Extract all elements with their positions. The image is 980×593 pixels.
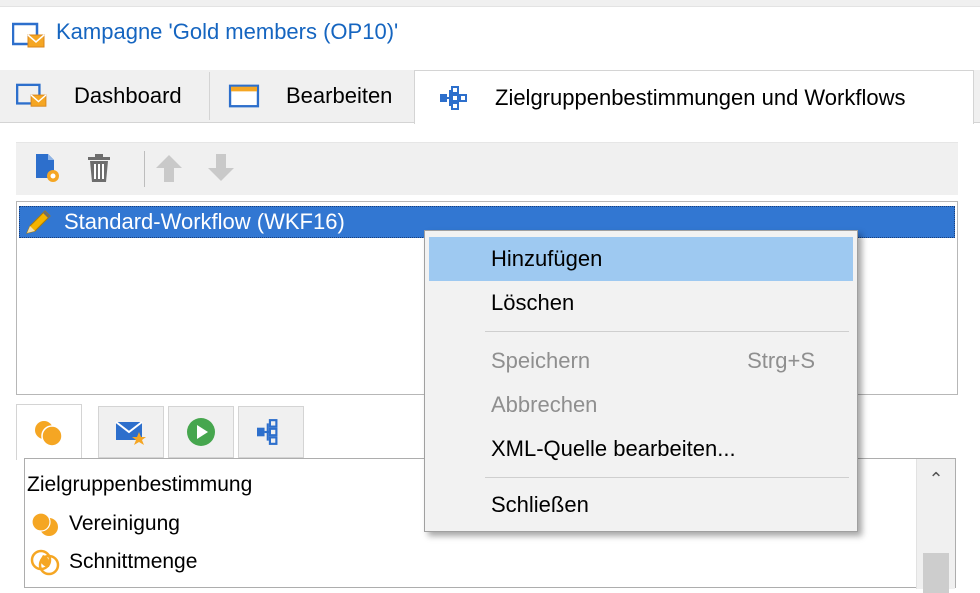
- play-icon: [187, 418, 215, 446]
- tree-item-label: Schnittmenge: [69, 550, 198, 573]
- menu-item-loeschen[interactable]: Löschen: [429, 281, 853, 325]
- scroll-up-button[interactable]: ⌃: [921, 467, 951, 491]
- menu-item-label: Schließen: [491, 492, 589, 517]
- delivery-icon: [115, 421, 146, 445]
- tab-targeting[interactable]: [16, 404, 82, 460]
- tree-category-header: Zielgruppenbestimmung: [27, 473, 253, 496]
- menu-item-label: Löschen: [491, 290, 575, 315]
- menu-item-label: XML-Quelle bearbeiten...: [491, 436, 736, 461]
- menu-item-xml-quelle[interactable]: XML-Quelle bearbeiten...: [429, 427, 853, 471]
- tree-item-vereinigung[interactable]: Vereinigung: [29, 509, 180, 539]
- workflow-toolbar: [16, 142, 958, 195]
- move-down-button[interactable]: [204, 151, 238, 185]
- menu-item-shortcut: Strg+S: [747, 348, 815, 373]
- move-up-button[interactable]: [152, 151, 186, 185]
- scroll-thumb[interactable]: [923, 553, 949, 593]
- tab-bearbeiten[interactable]: Bearbeiten: [212, 72, 412, 120]
- toolbar-separator: [144, 151, 145, 187]
- tab-flow-control[interactable]: [168, 406, 234, 458]
- menu-item-hinzufuegen[interactable]: Hinzufügen: [429, 237, 853, 281]
- tab-dashboard-label: Dashboard: [74, 83, 182, 108]
- menu-item-label: Speichern: [491, 348, 591, 373]
- window-top-edge: [0, 0, 980, 7]
- campaign-icon: [12, 22, 45, 48]
- context-menu: Hinzufügen Löschen Speichern Strg+S Abbr…: [424, 230, 858, 532]
- campaign-icon: [16, 83, 47, 107]
- tab-bearbeiten-label: Bearbeiten: [286, 83, 393, 108]
- targeting-icon: [35, 420, 63, 447]
- tab-dashboard[interactable]: Dashboard: [0, 72, 210, 120]
- list-item-label: Standard-Workflow (WKF16): [64, 209, 345, 234]
- menu-item-speichern[interactable]: Speichern Strg+S: [429, 339, 853, 383]
- menu-item-abbrechen[interactable]: Abbrechen: [429, 383, 853, 427]
- menu-item-label: Abbrechen: [491, 392, 598, 417]
- intersection-icon: [30, 549, 60, 576]
- union-icon: [31, 512, 58, 536]
- pencil-icon: [26, 210, 51, 234]
- tab-zielgruppen-workflows-label: Zielgruppenbestimmungen und Workflows: [495, 84, 906, 110]
- trash-icon: [88, 154, 110, 182]
- arrow-up-icon: [156, 155, 182, 182]
- menu-item-schliessen[interactable]: Schließen: [429, 483, 853, 527]
- tree-item-schnittmenge[interactable]: Schnittmenge: [29, 547, 197, 577]
- tab-workflow-tools[interactable]: [238, 406, 304, 458]
- window-icon: [228, 84, 260, 108]
- workflow-icon: [257, 419, 278, 445]
- main-tabstrip: Dashboard Bearbeiten Zielgruppenbestimmu…: [0, 70, 980, 124]
- delete-button[interactable]: [82, 151, 116, 185]
- new-workflow-icon: [36, 154, 59, 182]
- tab-delivery[interactable]: [98, 406, 164, 458]
- menu-item-label: Hinzufügen: [491, 246, 603, 271]
- menu-separator: [485, 331, 849, 332]
- arrow-down-icon: [208, 154, 234, 181]
- tab-zielgruppen-workflows[interactable]: Zielgruppenbestimmungen und Workflows: [414, 70, 974, 124]
- new-workflow-button[interactable]: [30, 151, 64, 185]
- menu-separator: [485, 477, 849, 478]
- tree-scrollbar[interactable]: ⌃: [916, 459, 955, 593]
- tree-item-label: Vereinigung: [69, 512, 180, 535]
- window-title: Kampagne 'Gold members (OP10)': [56, 19, 399, 44]
- workflow-icon: [440, 85, 467, 110]
